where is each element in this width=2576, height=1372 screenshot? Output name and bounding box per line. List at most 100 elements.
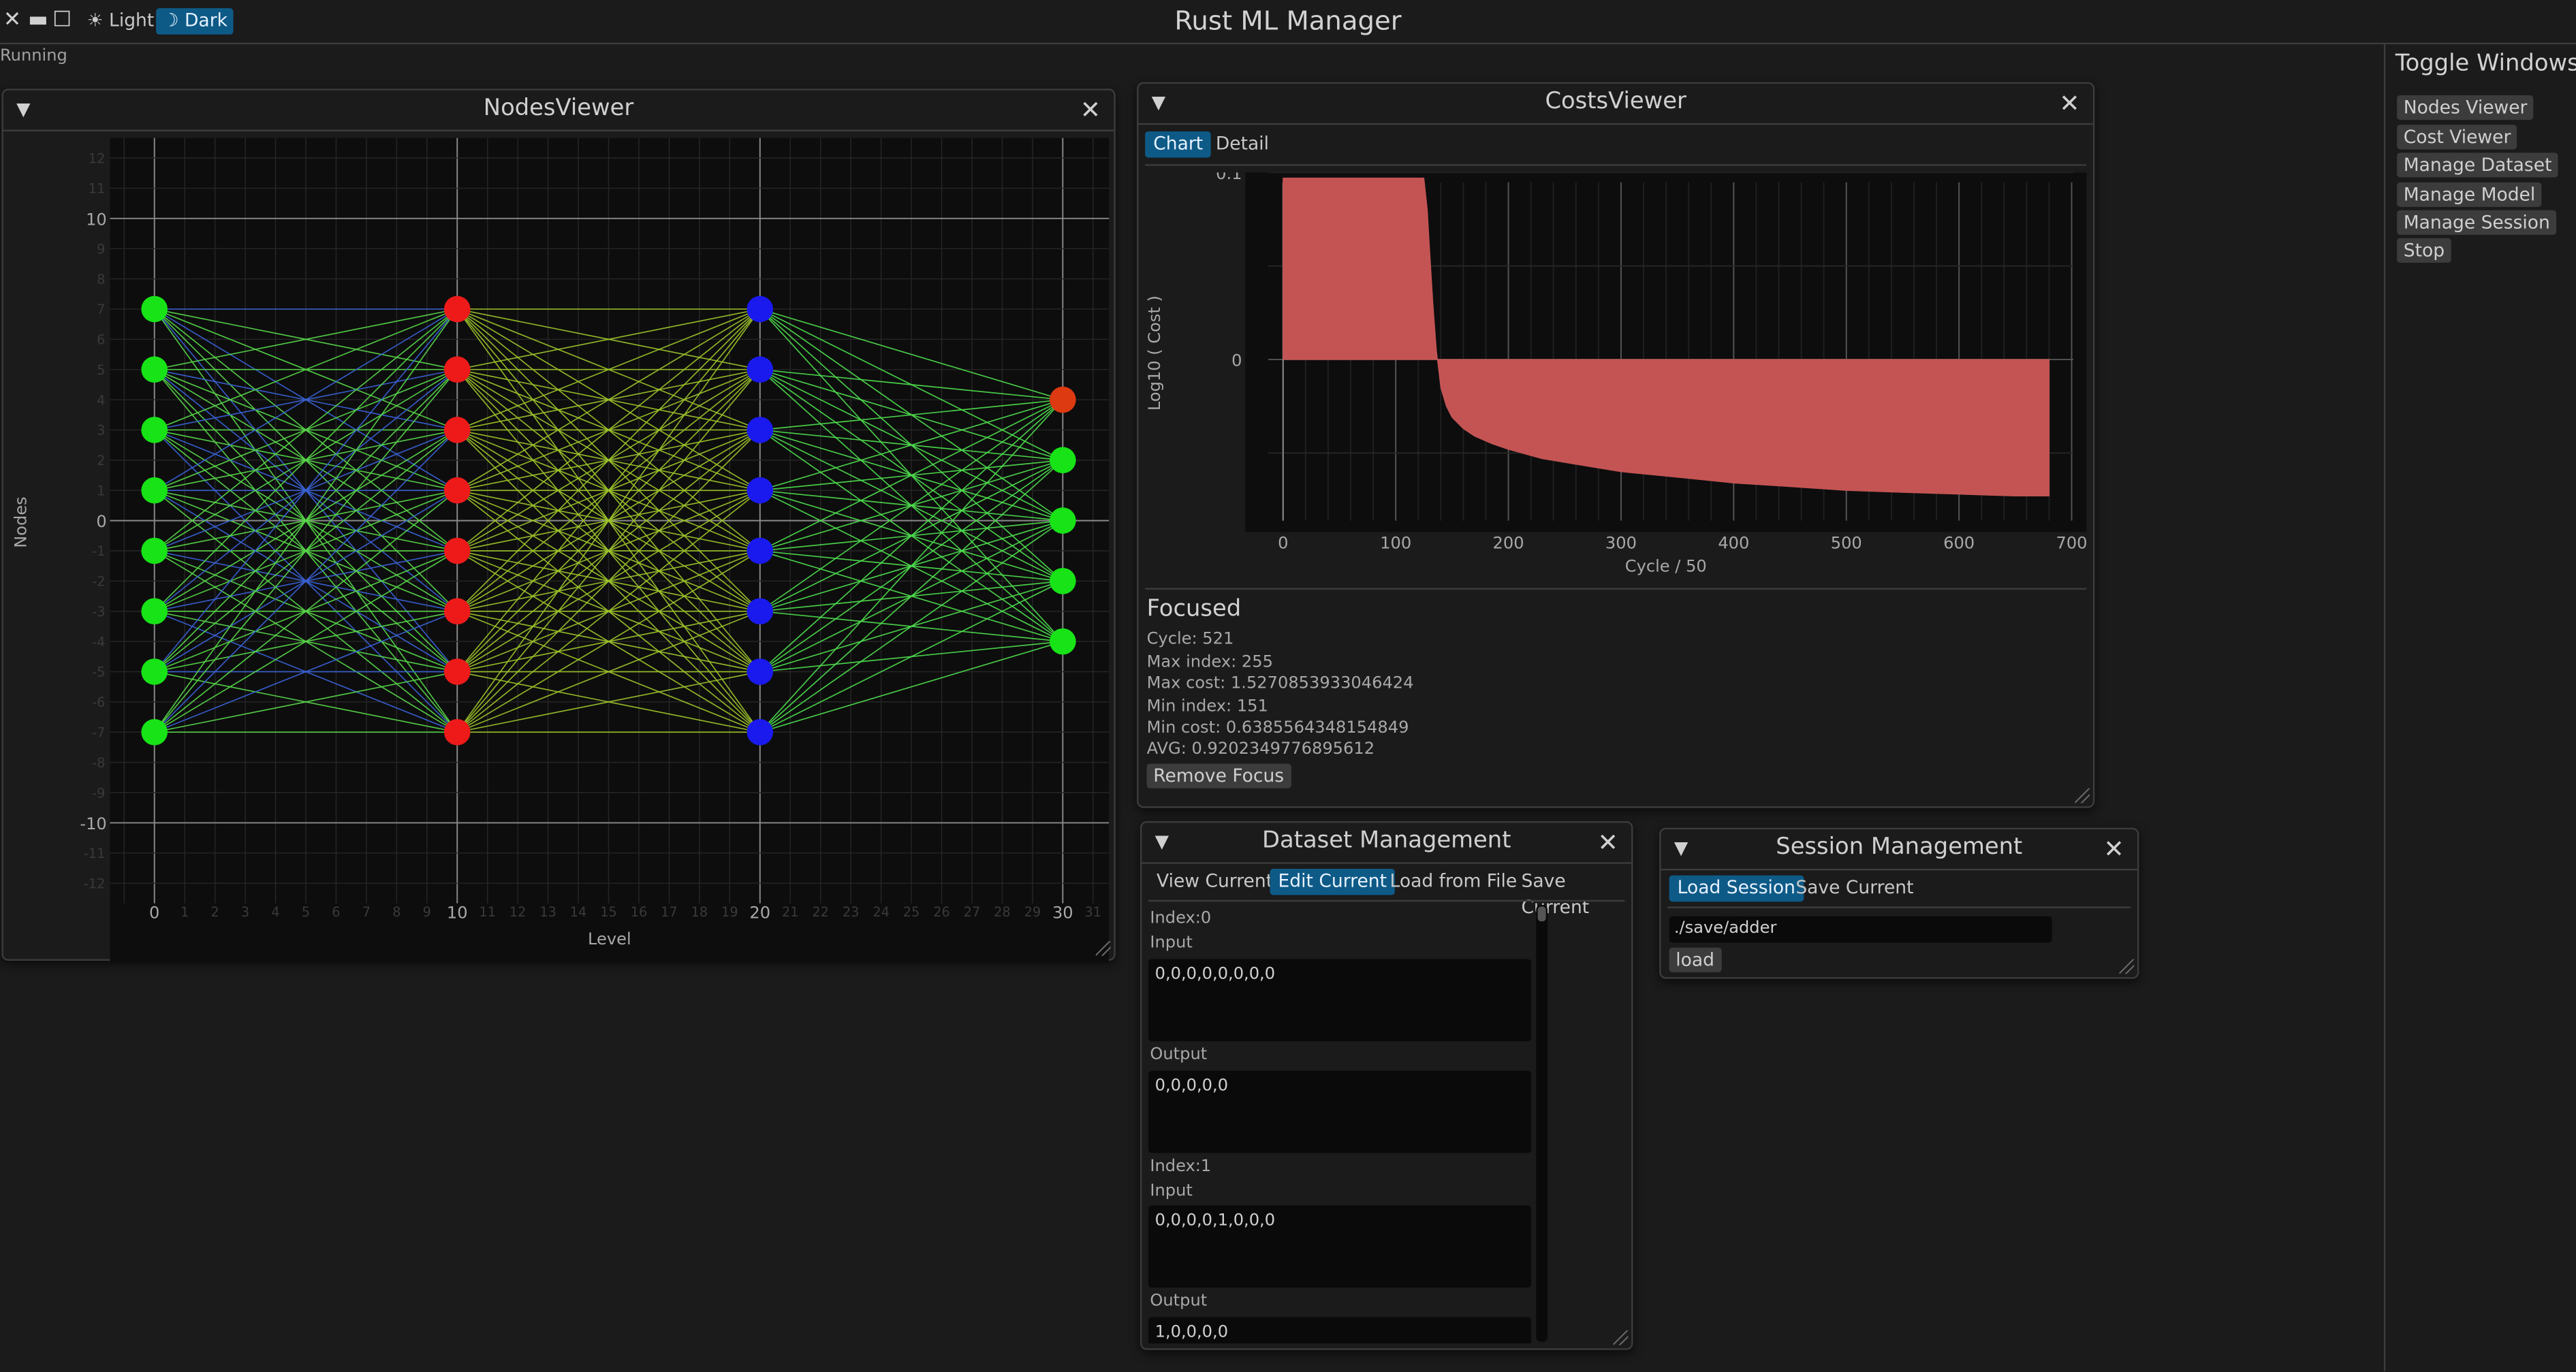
- y-tick-label: 11: [89, 181, 106, 197]
- close-icon[interactable]: ✕: [2059, 89, 2079, 118]
- neuron-node: [141, 356, 168, 383]
- close-icon[interactable]: ✕: [2103, 834, 2124, 863]
- tab-save-current-session[interactable]: Save Current: [1787, 876, 1921, 902]
- y-tick-label: 9: [97, 241, 105, 257]
- x-tick-label: 21: [782, 904, 799, 920]
- x-tick-label: 0: [1278, 534, 1288, 553]
- cost-chart[interactable]: 0 100 200 300 400 500 600 700 0.1 0 Cycle / 50 Lo…: [1145, 172, 2090, 584]
- neuron-node: [443, 417, 471, 443]
- y-tick-label: -3: [92, 604, 105, 620]
- y-tick-label: -2: [92, 574, 105, 590]
- x-tick-label: 2: [210, 904, 219, 920]
- x-tick-label: 30: [1052, 903, 1073, 922]
- tab-view-current[interactable]: View Current: [1148, 869, 1281, 895]
- resize-grip[interactable]: [1613, 1330, 1629, 1345]
- neuron-node: [443, 718, 471, 746]
- y-tick-label: -1: [92, 543, 105, 559]
- nodes-plot[interactable]: 1 2 3 4 5 6 7 8 9 11 12 13 14 15 16 17 18 19 21 22 23 24 25 26 2…: [3, 91, 1117, 963]
- entry-output-label: Output: [1150, 1292, 1208, 1311]
- resize-grip[interactable]: [2075, 788, 2090, 803]
- entry-input-field[interactable]: 0,0,0,0,0,0,0,0: [1148, 959, 1531, 1042]
- y-tick-label: -8: [92, 755, 105, 771]
- x-tick-label: 11: [479, 904, 496, 920]
- x-tick-label: 1: [180, 904, 189, 920]
- costs-viewer-titlebar[interactable]: ▼ CostsViewer ✕: [1139, 84, 2093, 123]
- resize-grip[interactable]: [2119, 959, 2135, 974]
- x-tick-label: 28: [994, 904, 1011, 920]
- x-tick-label: 5: [302, 904, 310, 920]
- y-tick-label: -7: [92, 725, 105, 741]
- entry-output-field[interactable]: 1,0,0,0,0: [1148, 1317, 1531, 1344]
- y-tick-label: 10: [86, 210, 107, 229]
- costs-viewer-window: ▼ CostsViewer ✕ Chart Detail 0 100 200 300 4…: [1137, 82, 2095, 808]
- tab-save-current[interactable]: Save Current: [1513, 869, 1631, 918]
- app-root: ✕ ▬ ☐ ☀ Light ☽ Dark Rust ML Manager Run…: [0, 0, 2576, 1372]
- detail-max-cost: Max cost: 1.5270853933046424: [1146, 675, 1414, 693]
- neuron-node: [747, 296, 774, 323]
- costs-viewer-title: CostsViewer: [1545, 89, 1686, 115]
- x-tick-label: 300: [1605, 534, 1637, 553]
- dataset-entries-scroll[interactable]: Index:0 Input 0,0,0,0,0,0,0,0 Output 0,0…: [1142, 904, 1635, 1344]
- neuron-node: [747, 417, 774, 443]
- neuron-node: [443, 658, 471, 685]
- neuron-node: [1050, 386, 1076, 413]
- session-path-input[interactable]: ./save/adder: [1669, 916, 2052, 943]
- toggle-cost-viewer-button[interactable]: Cost Viewer: [2397, 125, 2518, 150]
- toggle-manage-session-button[interactable]: Manage Session: [2397, 210, 2557, 235]
- x-tick-label: 0: [149, 903, 159, 922]
- neuron-node: [747, 598, 774, 625]
- toggle-manage-dataset-button[interactable]: Manage Dataset: [2397, 153, 2559, 178]
- tab-load-session[interactable]: Load Session: [1669, 875, 1804, 902]
- x-tick-label: 100: [1380, 534, 1411, 553]
- x-tick-label: 12: [509, 904, 527, 920]
- session-management-title: Session Management: [1776, 834, 2023, 861]
- tab-detail[interactable]: Detail: [1208, 131, 1277, 158]
- tab-edit-current[interactable]: Edit Current: [1270, 868, 1396, 895]
- x-tick-label: 4: [271, 904, 279, 920]
- x-tick-label: 15: [600, 904, 617, 920]
- y-tick-label: 8: [97, 272, 105, 287]
- neuron-node: [1050, 507, 1076, 534]
- tab-chart[interactable]: Chart: [1145, 131, 1212, 158]
- dataset-scrollbar-thumb[interactable]: [1537, 906, 1546, 922]
- neuron-node: [1050, 628, 1076, 655]
- neuron-node: [141, 417, 168, 443]
- y-tick-label: 6: [97, 332, 105, 348]
- cost-xlabel: Cycle / 50: [1625, 556, 1707, 575]
- neuron-node: [443, 296, 471, 323]
- x-tick-label: 27: [964, 904, 981, 920]
- remove-focus-button[interactable]: Remove Focus: [1146, 763, 1291, 788]
- nodes-ylabel: Nodes: [12, 496, 31, 547]
- entry-output-label: Output: [1150, 1046, 1208, 1064]
- y-tick-label: -10: [80, 814, 106, 833]
- load-session-button[interactable]: load: [1669, 947, 1721, 972]
- toggle-manage-model-button[interactable]: Manage Model: [2397, 182, 2542, 207]
- resize-grip[interactable]: [1095, 941, 1111, 956]
- neuron-node: [747, 537, 774, 564]
- session-management-titlebar[interactable]: ▼ Session Management ✕: [1661, 829, 2137, 869]
- y-tick-label: 1: [97, 483, 105, 498]
- toggle-nodes-viewer-button[interactable]: Nodes Viewer: [2397, 95, 2534, 121]
- entry-input-field[interactable]: 0,0,0,0,1,0,0,0: [1148, 1205, 1531, 1288]
- x-tick-label: 6: [332, 904, 340, 920]
- neuron-node: [141, 658, 168, 685]
- dataset-management-title: Dataset Management: [1262, 827, 1511, 855]
- x-tick-label: 13: [539, 904, 556, 920]
- entry-output-field[interactable]: 0,0,0,0,0: [1148, 1070, 1531, 1153]
- neuron-node: [141, 477, 168, 504]
- x-tick-label: 9: [423, 904, 431, 920]
- tab-load-from-file[interactable]: Load from File: [1381, 869, 1525, 895]
- nodes-xlabel: Level: [588, 929, 631, 948]
- y-tick-label: -5: [92, 665, 105, 680]
- stop-button[interactable]: Stop: [2397, 238, 2451, 263]
- detail-min-index: Min index: 151: [1146, 698, 1268, 716]
- close-icon[interactable]: ✕: [1597, 828, 1618, 857]
- x-tick-label: 24: [873, 904, 890, 920]
- dataset-management-titlebar[interactable]: ▼ Dataset Management ✕: [1142, 823, 1631, 862]
- toggle-windows-heading: Toggle Windows: [2395, 50, 2576, 78]
- x-tick-label: 23: [843, 904, 860, 920]
- dataset-scrollbar[interactable]: [1536, 905, 1548, 1342]
- focused-heading: Focused: [1146, 596, 1242, 623]
- status-text: Running: [0, 47, 67, 66]
- y-tick-label: 12: [89, 150, 106, 166]
